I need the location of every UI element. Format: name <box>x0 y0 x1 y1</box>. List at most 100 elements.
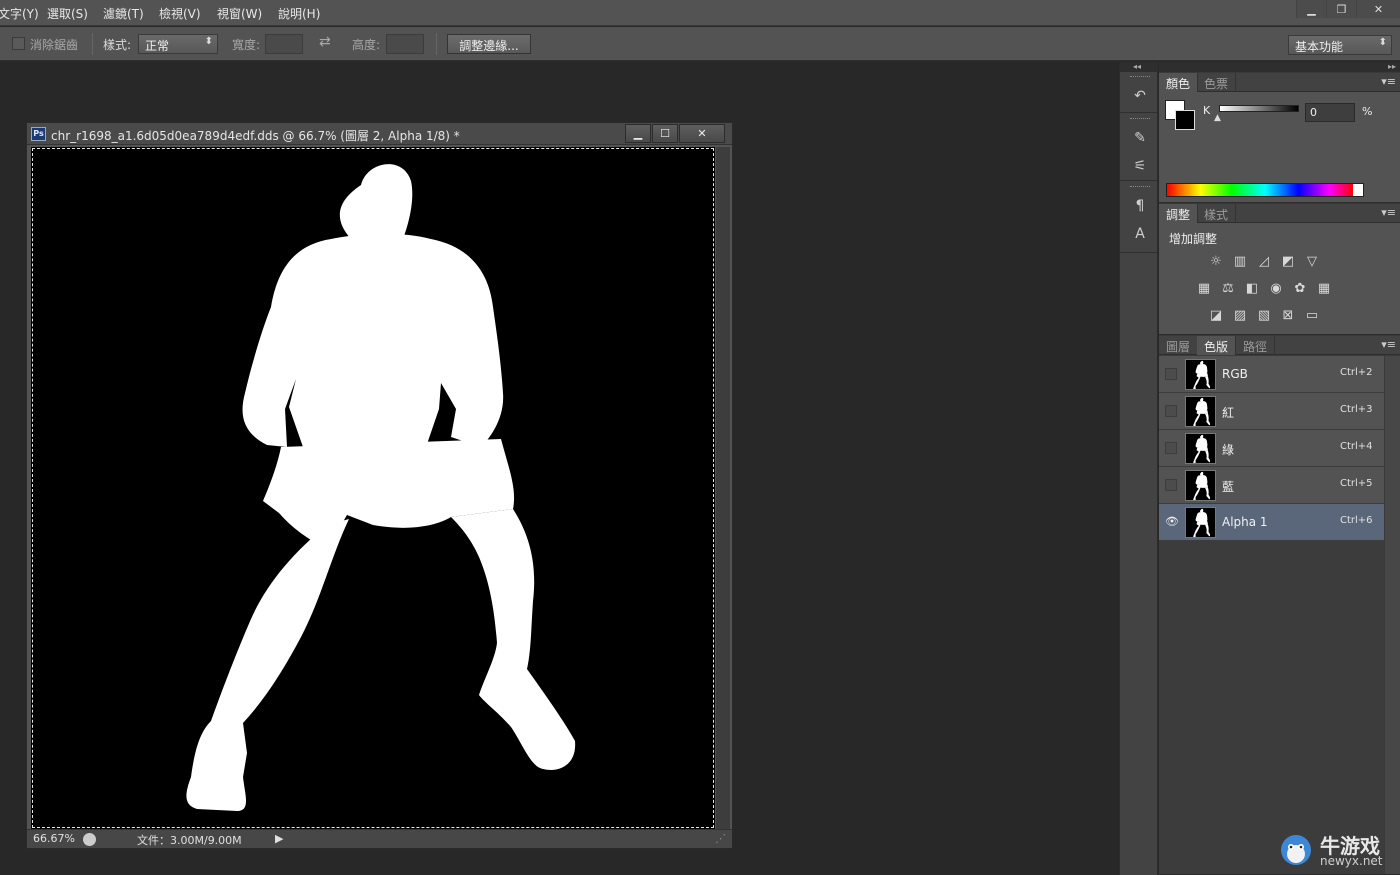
channel-row[interactable]: RGB Ctrl+2 <box>1159 356 1384 393</box>
style-label: 樣式: <box>103 38 132 52</box>
minimize-button[interactable]: ▁ <box>1296 0 1326 18</box>
style-select[interactable]: 正常 ⬍ <box>138 34 218 54</box>
visibility-eye-icon[interactable] <box>1165 479 1177 491</box>
character-icon[interactable]: A <box>1130 224 1150 244</box>
doc-close-button[interactable]: ✕ <box>679 124 725 143</box>
percent-label: % <box>1362 105 1373 118</box>
exposure-icon[interactable]: ◩ <box>1279 254 1297 270</box>
refine-edge-button[interactable]: 調整邊緣... <box>447 34 531 54</box>
tab-layers[interactable]: 圖層 <box>1159 336 1199 355</box>
visibility-eye-icon[interactable] <box>1165 405 1177 417</box>
grip-icon[interactable] <box>1130 76 1150 79</box>
menu-view[interactable]: 檢視(V) <box>159 5 201 22</box>
height-label: 高度: <box>352 38 381 52</box>
background-color-swatch[interactable] <box>1175 110 1195 130</box>
paragraph-icon[interactable]: ¶ <box>1130 196 1150 216</box>
workspace-value: 基本功能 <box>1295 40 1344 54</box>
posterize-icon[interactable]: ▨ <box>1231 308 1249 324</box>
divider <box>436 33 437 55</box>
doc-maximize-button[interactable]: ☐ <box>652 124 678 143</box>
channel-row[interactable]: 藍 Ctrl+5 <box>1159 467 1384 504</box>
menu-text[interactable]: 文字(Y) <box>0 5 39 22</box>
panel-menu-icon[interactable]: ▾≡ <box>1381 75 1396 88</box>
vertical-scrollbar[interactable] <box>716 147 730 829</box>
divider <box>1120 252 1158 253</box>
visibility-eye-icon[interactable] <box>1165 368 1177 380</box>
channel-name: RGB <box>1222 367 1248 381</box>
adjustments-panel-tabs: 調整 樣式 ▾≡ <box>1159 204 1400 223</box>
document-titlebar[interactable]: Ps chr_r1698_a1.6d05d0ea789d4edf.dds @ 6… <box>27 123 732 145</box>
channel-thumbnail <box>1185 433 1216 464</box>
channel-shortcut: Ctrl+2 <box>1340 367 1373 378</box>
black-white-icon[interactable]: ◧ <box>1243 281 1261 297</box>
doc-minimize-button[interactable]: ▁ <box>625 124 651 143</box>
workspace-select[interactable]: 基本功能 ⬍ <box>1288 35 1392 55</box>
channel-mixer-icon[interactable]: ✿ <box>1291 281 1309 297</box>
channel-row[interactable]: 👁 Alpha 1 Ctrl+6 <box>1159 504 1384 541</box>
info-icon[interactable] <box>83 833 96 846</box>
window-controls: ▁ ❐ ✕ <box>1296 0 1400 18</box>
photo-filter-icon[interactable]: ◉ <box>1267 281 1285 297</box>
zoom-level[interactable]: 66.67% <box>33 832 75 845</box>
visibility-eye-icon[interactable]: 👁 <box>1165 516 1179 528</box>
photoshop-icon: Ps <box>31 127 46 141</box>
invert-icon[interactable]: ◪ <box>1207 308 1225 324</box>
slider-thumb-icon[interactable]: ▲ <box>1214 113 1221 123</box>
channel-row[interactable]: 紅 Ctrl+3 <box>1159 393 1384 430</box>
channel-name: Alpha 1 <box>1222 515 1268 529</box>
grip-icon[interactable] <box>1130 118 1150 121</box>
channel-shortcut: Ctrl+5 <box>1340 478 1373 489</box>
menu-filter[interactable]: 濾鏡(T) <box>103 5 144 22</box>
menu-bar: 文字(Y) 選取(S) 濾鏡(T) 檢視(V) 視窗(W) 說明(H) ▁ ❐ … <box>0 0 1400 26</box>
width-label: 寬度: <box>232 38 261 52</box>
tab-adjustments[interactable]: 調整 <box>1159 204 1199 223</box>
visibility-eye-icon[interactable] <box>1165 442 1177 454</box>
watermark: 牛游戏 newyx.net <box>1276 830 1396 870</box>
panel-menu-icon[interactable]: ▾≡ <box>1381 206 1396 219</box>
history-icon[interactable]: ↶ <box>1130 86 1150 106</box>
restore-button[interactable]: ❐ <box>1326 0 1356 18</box>
tab-color[interactable]: 顏色 <box>1159 73 1199 92</box>
panel-menu-icon[interactable]: ▾≡ <box>1381 338 1396 351</box>
canvas[interactable] <box>31 147 715 829</box>
brightness-icon[interactable]: ☼ <box>1207 254 1225 270</box>
status-bar: 66.67% 文件：3.00M/9.00M ▶ ⋰ <box>27 829 732 848</box>
expand-arrows-icon[interactable]: ▸▸ <box>1159 62 1400 72</box>
color-spectrum-ramp[interactable] <box>1166 183 1364 197</box>
channels-panel-tabs: 圖層 色版 路徑 ▾≡ <box>1159 336 1400 355</box>
levels-icon[interactable]: ▥ <box>1231 254 1249 270</box>
tab-swatches[interactable]: 色票 <box>1197 73 1237 92</box>
hue-saturation-icon[interactable]: ▦ <box>1195 281 1213 297</box>
swap-icon[interactable]: ⇄ <box>319 34 331 50</box>
color-lookup-icon[interactable]: ▦ <box>1315 281 1333 297</box>
tab-channels[interactable]: 色版 <box>1197 336 1237 355</box>
grip-icon[interactable] <box>1130 186 1150 189</box>
k-slider[interactable] <box>1219 105 1299 112</box>
brush-icon[interactable]: ✎ <box>1130 128 1150 148</box>
gradient-map-icon[interactable]: ▭ <box>1303 308 1321 324</box>
tool-presets-icon[interactable]: ⚟ <box>1130 156 1150 176</box>
k-value-input[interactable]: 0 <box>1305 103 1355 122</box>
menu-window[interactable]: 視窗(W) <box>217 5 262 22</box>
vibrance-icon[interactable]: ▽ <box>1303 254 1321 270</box>
play-arrow-icon[interactable]: ▶ <box>275 832 283 845</box>
channels-scrollbar[interactable] <box>1384 356 1400 874</box>
collapse-arrows-icon[interactable]: ◂◂ <box>1120 62 1158 72</box>
menu-help[interactable]: 說明(H) <box>278 5 320 22</box>
close-button[interactable]: ✕ <box>1356 0 1400 18</box>
curves-icon[interactable]: ◿ <box>1255 254 1273 270</box>
tab-paths[interactable]: 路徑 <box>1236 336 1276 355</box>
tab-styles[interactable]: 樣式 <box>1197 204 1237 223</box>
selective-color-icon[interactable]: ⊠ <box>1279 308 1297 324</box>
resize-grip-icon[interactable]: ⋰ <box>715 832 726 845</box>
color-balance-icon[interactable]: ⚖ <box>1219 281 1237 297</box>
channel-thumbnail <box>1185 470 1216 501</box>
threshold-icon[interactable]: ▧ <box>1255 308 1273 324</box>
menu-select[interactable]: 選取(S) <box>47 5 88 22</box>
antialias-checkbox[interactable] <box>12 37 25 50</box>
channel-row[interactable]: 綠 Ctrl+4 <box>1159 430 1384 467</box>
mascot-logo-icon <box>1281 835 1311 865</box>
channel-thumbnail <box>1185 396 1216 427</box>
height-input[interactable] <box>386 34 424 54</box>
width-input[interactable] <box>265 34 303 54</box>
